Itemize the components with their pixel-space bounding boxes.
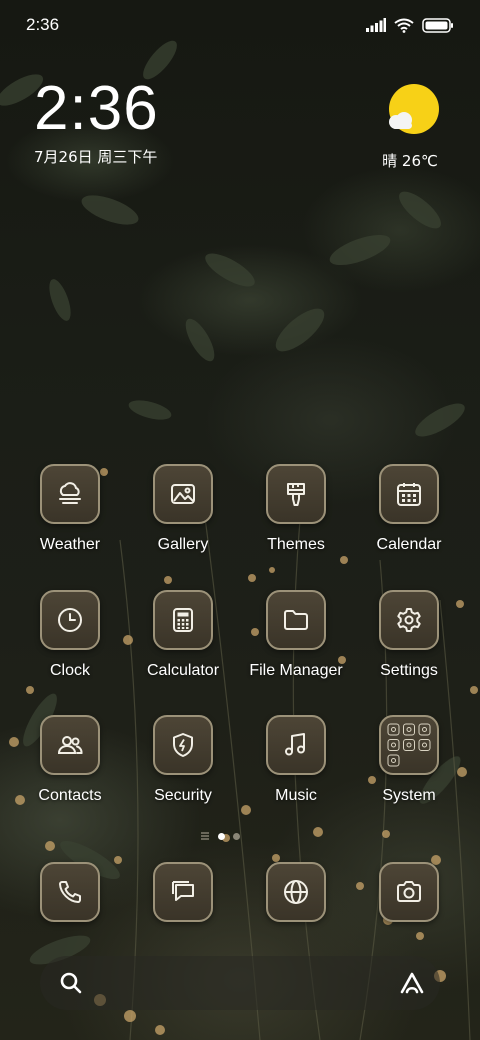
app-icon-frame xyxy=(266,590,326,650)
status-bar: 2:36 xyxy=(0,0,480,50)
dock xyxy=(0,862,480,926)
app-icon-frame xyxy=(266,715,326,775)
app-calendar[interactable]: Calendar xyxy=(353,464,465,564)
app-icon-frame xyxy=(153,715,213,775)
app-gallery[interactable]: Gallery xyxy=(127,464,239,564)
app-themes[interactable]: Themes xyxy=(240,464,352,564)
dock-phone[interactable] xyxy=(40,862,100,922)
app-label: Calendar xyxy=(376,536,442,553)
globe-icon xyxy=(284,880,308,904)
sunny-cloud-icon xyxy=(389,84,439,134)
search-button[interactable] xyxy=(58,970,84,1000)
assistant-icon xyxy=(400,972,424,994)
calculator-icon xyxy=(173,608,193,632)
app-icon-frame xyxy=(379,464,439,524)
app-icon-frame xyxy=(153,464,213,524)
gear-icon xyxy=(397,608,421,632)
shield-bolt-icon xyxy=(173,733,193,757)
search-icon xyxy=(60,972,82,994)
app-label: Themes xyxy=(267,536,325,553)
app-label: Security xyxy=(154,787,212,804)
message-icon xyxy=(172,881,194,901)
image-icon xyxy=(171,484,195,504)
app-settings[interactable]: Settings xyxy=(353,590,465,690)
app-label: Weather xyxy=(39,536,101,553)
app-system-folder[interactable]: System xyxy=(353,715,465,815)
camera-icon xyxy=(397,881,421,902)
app-label: Clock xyxy=(49,662,90,679)
app-label: Settings xyxy=(380,662,438,679)
app-folder-icon xyxy=(387,723,431,767)
weather-widget[interactable]: 晴 26℃ xyxy=(382,84,444,171)
app-icon-frame xyxy=(266,464,326,524)
dock-camera[interactable] xyxy=(379,862,439,922)
app-label: File Manager xyxy=(249,662,343,679)
app-icon-frame xyxy=(379,590,439,650)
folder-icon xyxy=(284,610,308,630)
status-time: 2:36 xyxy=(26,15,60,34)
music-note-icon xyxy=(285,733,305,756)
weather-text: 晴 26℃ xyxy=(382,152,438,170)
dock-browser[interactable] xyxy=(266,862,326,922)
page-dot xyxy=(233,832,240,840)
contacts-icon xyxy=(57,736,83,754)
paintbrush-icon xyxy=(287,483,305,506)
app-contacts[interactable]: Contacts xyxy=(14,715,126,815)
app-icon-frame xyxy=(40,464,100,524)
page-dot-active xyxy=(218,832,225,840)
page-list-icon xyxy=(201,832,209,840)
page-indicator[interactable] xyxy=(200,830,250,842)
app-icon-frame xyxy=(153,590,213,650)
app-clock[interactable]: Clock xyxy=(14,590,126,690)
app-label: System xyxy=(382,787,436,804)
phone-icon xyxy=(59,881,81,903)
wifi-icon xyxy=(394,18,414,33)
app-icon-frame xyxy=(379,715,439,775)
app-file-manager[interactable]: File Manager xyxy=(240,590,352,690)
status-icons xyxy=(366,17,454,33)
big-clock-time: 2:36 xyxy=(34,74,159,143)
search-bar[interactable] xyxy=(40,956,440,1010)
calendar-icon xyxy=(397,483,421,506)
date-text: 7月26日 周三下午 xyxy=(34,148,158,166)
app-label: Calculator xyxy=(146,662,220,679)
app-label: Music xyxy=(275,787,317,804)
app-music[interactable]: Music xyxy=(240,715,352,815)
app-label: Contacts xyxy=(38,787,102,804)
app-label: Gallery xyxy=(157,536,209,553)
app-weather[interactable]: Weather xyxy=(14,464,126,564)
assistant-button[interactable] xyxy=(398,970,426,1000)
app-security[interactable]: Security xyxy=(127,715,239,815)
app-calculator[interactable]: Calculator xyxy=(127,590,239,690)
signal-icon xyxy=(366,18,386,32)
dock-messages[interactable] xyxy=(153,862,213,922)
cloud-fog-icon xyxy=(59,482,81,504)
clock-widget[interactable]: 2:36 7月26日 周三下午 xyxy=(34,78,159,167)
app-icon-frame xyxy=(40,590,100,650)
app-icon-frame xyxy=(40,715,100,775)
battery-icon xyxy=(422,17,453,33)
clock-icon xyxy=(58,608,82,632)
